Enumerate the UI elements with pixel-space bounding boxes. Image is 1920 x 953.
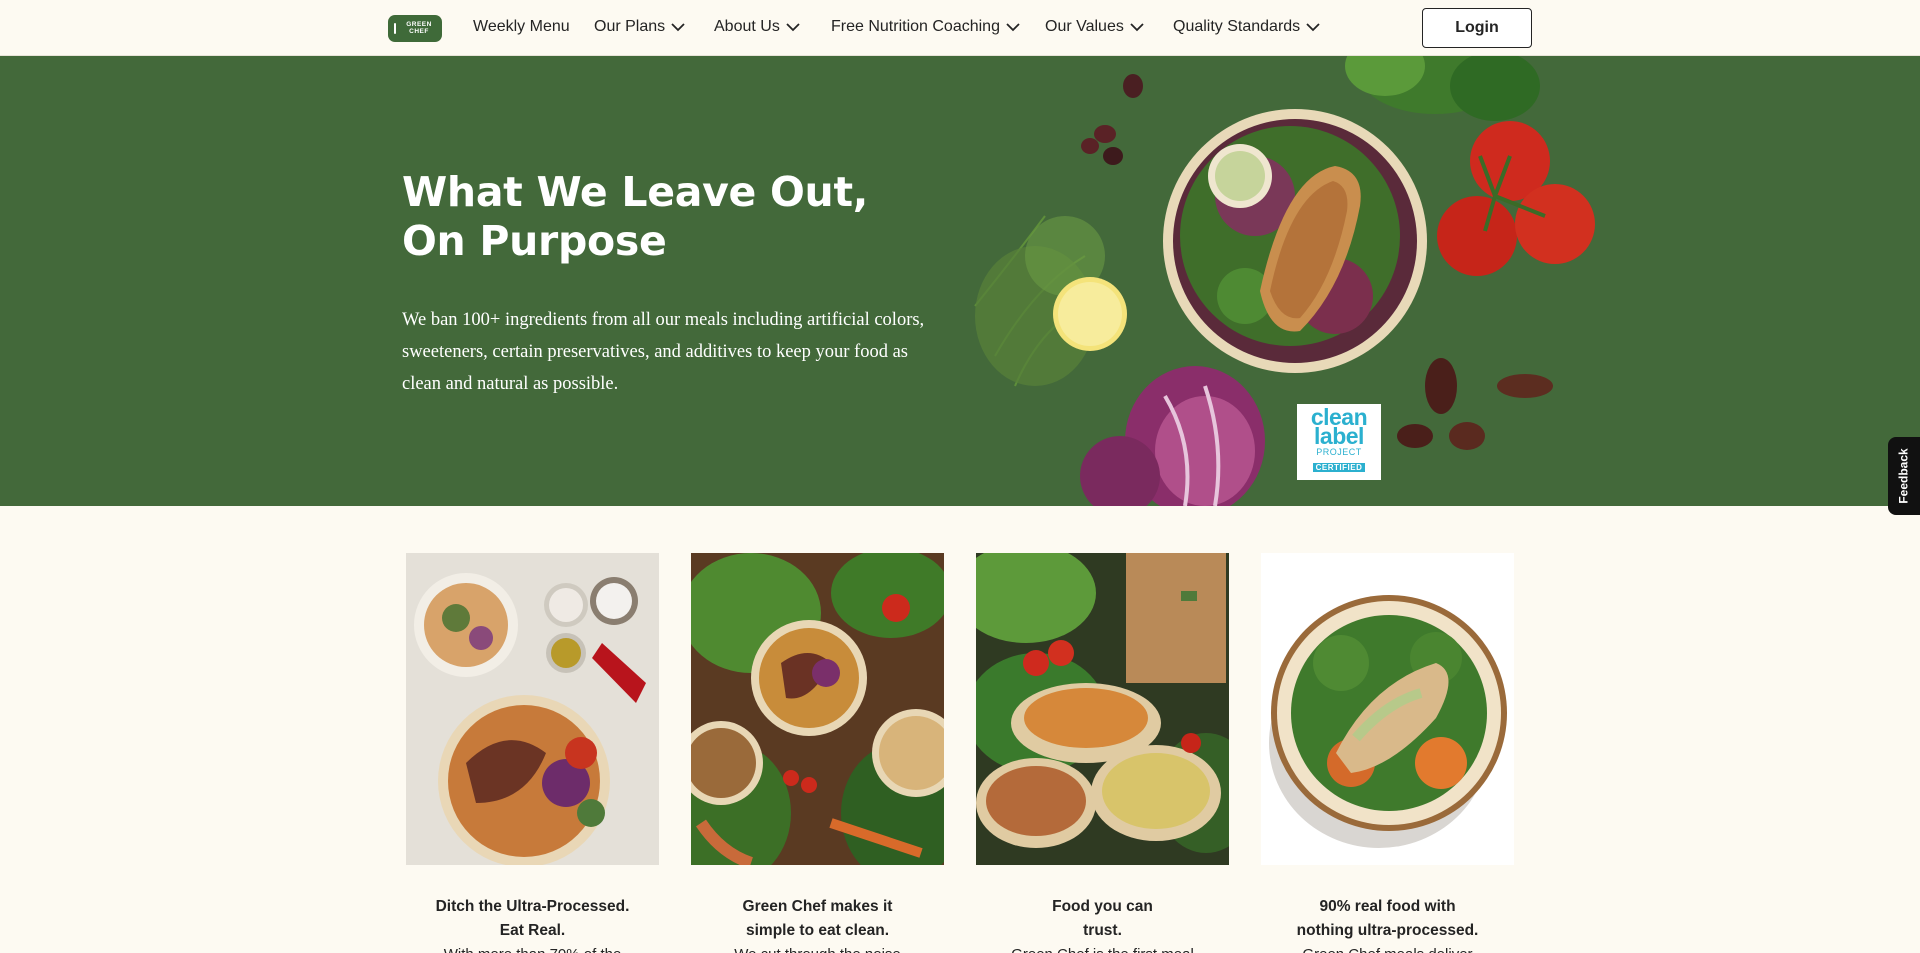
nav-about-us[interactable]: About Us [714,18,800,36]
nav-our-plans-label: Our Plans [594,18,666,35]
card-heading-line2: trust. [1083,922,1122,939]
nav-quality-standards[interactable]: Quality Standards [1173,18,1320,36]
login-button[interactable]: Login [1422,8,1532,48]
nav-free-nutrition-coaching-label: Free Nutrition Coaching [831,18,1000,35]
chevron-down-icon [1130,20,1144,34]
nav-quality-standards-label: Quality Standards [1173,18,1301,35]
badge-line4: CERTIFIED [1312,463,1366,472]
chevron-down-icon [1306,20,1320,34]
value-card: 90% real food with nothing ultra-process… [1261,553,1514,953]
feedback-label: Feedback [1897,448,1912,504]
nav-weekly-menu[interactable]: Weekly Menu [473,18,570,36]
card-image [1261,553,1514,865]
card-heading: 90% real food with nothing ultra-process… [1261,895,1514,943]
nav-about-us-label: About Us [714,18,780,35]
card-heading-line2: Eat Real. [499,922,566,939]
card-description: With more than 70% of the [406,943,659,953]
nav-our-values[interactable]: Our Values [1045,18,1144,36]
badge-line2: label [1314,423,1364,449]
top-navigation: GREEN CHEF Weekly Menu Our Plans About U… [0,0,1920,56]
card-heading: Green Chef makes it simple to eat clean. [691,895,944,943]
card-description: Green Chef meals deliver [1261,943,1514,953]
hero-food-image [974,56,1595,506]
chevron-down-icon [1006,20,1020,34]
nav-our-values-label: Our Values [1045,18,1124,35]
nav-our-plans[interactable]: Our Plans [594,18,685,36]
clean-label-project-badge: clean label PROJECT CERTIFIED [1297,404,1381,480]
card-heading: Food you can trust. [976,895,1229,943]
logo-text: GREEN CHEF [406,21,432,35]
card-heading-line2: simple to eat clean. [746,922,889,939]
card-description: We cut through the noise [691,943,944,953]
card-image [406,553,659,865]
card-image [691,553,944,865]
card-heading-line1: Food you can [1052,898,1153,915]
card-description: Green Chef is the first meal [976,943,1229,953]
badge-line3: PROJECT [1316,447,1362,457]
hero-body: We ban 100+ ingredients from all our mea… [402,310,925,394]
hero-section: What We Leave Out, On Purpose We ban 100… [0,56,1920,506]
card-image [976,553,1229,865]
nav-free-nutrition-coaching[interactable]: Free Nutrition Coaching [831,18,1020,36]
value-card: Green Chef makes it simple to eat clean.… [691,553,944,953]
chevron-down-icon [671,20,685,34]
nav-weekly-menu-label: Weekly Menu [473,18,570,35]
value-card: Ditch the Ultra-Processed. Eat Real. Wit… [406,553,659,953]
green-chef-logo[interactable]: GREEN CHEF [388,15,442,42]
card-heading: Ditch the Ultra-Processed. Eat Real. [406,895,659,943]
card-heading-line1: Ditch the Ultra-Processed. [435,898,630,915]
card-heading-line2: nothing ultra-processed. [1296,922,1479,939]
feedback-tab[interactable]: Feedback [1888,437,1920,515]
value-card: Food you can trust. Green Chef is the fi… [976,553,1229,953]
card-heading-line1: Green Chef makes it [742,898,893,915]
hero-title: What We Leave Out, On Purpose [402,168,869,265]
chevron-down-icon [786,20,800,34]
card-heading-line1: 90% real food with [1319,898,1456,915]
